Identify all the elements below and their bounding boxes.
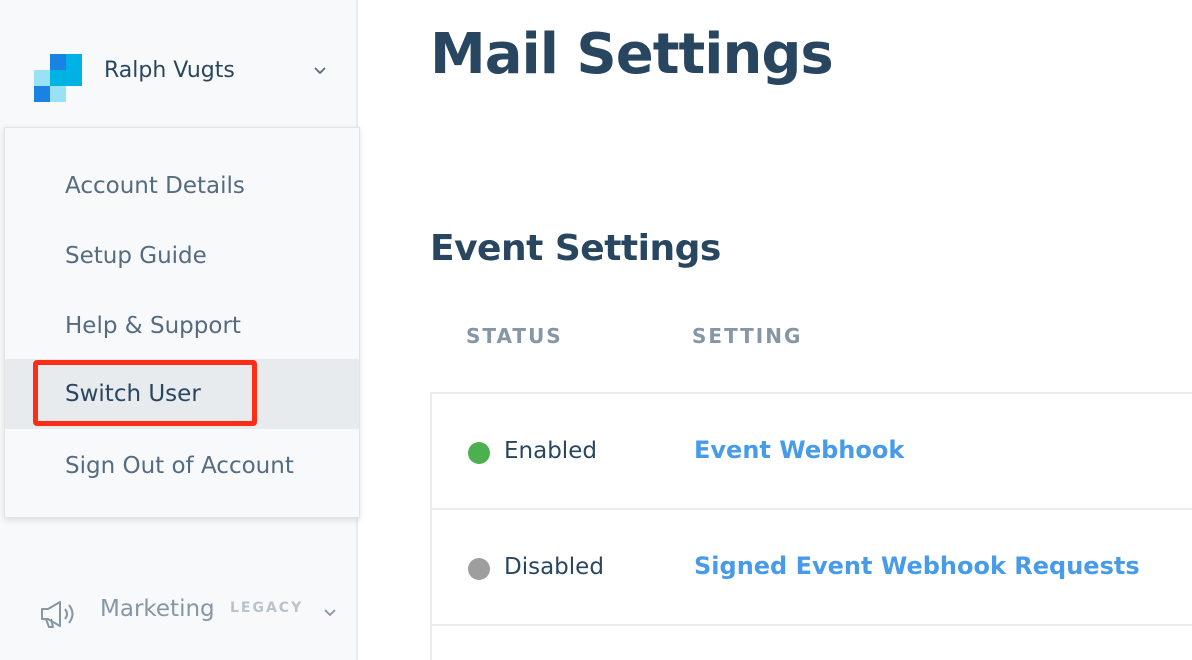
menu-item-sign-out[interactable]: Sign Out of Account xyxy=(5,431,359,501)
sendgrid-logo-icon xyxy=(34,54,82,102)
marketing-label: Marketing xyxy=(100,596,215,622)
menu-item-switch-user[interactable]: Switch User xyxy=(5,359,359,429)
account-switcher[interactable]: Ralph Vugts xyxy=(0,40,356,104)
megaphone-icon xyxy=(41,601,74,628)
table-row: Enabled Event Webhook xyxy=(432,394,1192,510)
table-row: Disabled Signed Event Webhook Requests xyxy=(432,510,1192,626)
menu-item-help-support[interactable]: Help & Support xyxy=(5,291,359,361)
account-dropdown-menu: Account Details Setup Guide Help & Suppo… xyxy=(4,127,360,518)
setting-link-event-webhook[interactable]: Event Webhook xyxy=(694,436,904,464)
column-header-status: STATUS xyxy=(466,324,563,348)
legacy-badge: LEGACY xyxy=(230,600,304,616)
setting-link-signed-event-webhook[interactable]: Signed Event Webhook Requests xyxy=(694,552,1140,580)
event-settings-table: Enabled Event Webhook Disabled Signed Ev… xyxy=(430,392,1192,660)
chevron-down-icon xyxy=(314,67,326,75)
page-title: Mail Settings xyxy=(430,22,834,87)
app-window: Ralph Vugts Marketing LEGACY Account Det… xyxy=(0,0,1192,660)
status-label: Enabled xyxy=(504,438,597,464)
menu-item-account-details[interactable]: Account Details xyxy=(5,151,359,221)
section-title: Event Settings xyxy=(430,228,721,269)
chevron-down-icon xyxy=(324,609,336,617)
status-dot-disabled xyxy=(468,558,490,580)
menu-item-setup-guide[interactable]: Setup Guide xyxy=(5,221,359,291)
column-header-setting: SETTING xyxy=(692,324,803,348)
account-name: Ralph Vugts xyxy=(104,58,235,83)
status-label: Disabled xyxy=(504,554,604,580)
sidebar-item-marketing[interactable]: Marketing LEGACY xyxy=(0,584,356,640)
status-dot-enabled xyxy=(468,442,490,464)
